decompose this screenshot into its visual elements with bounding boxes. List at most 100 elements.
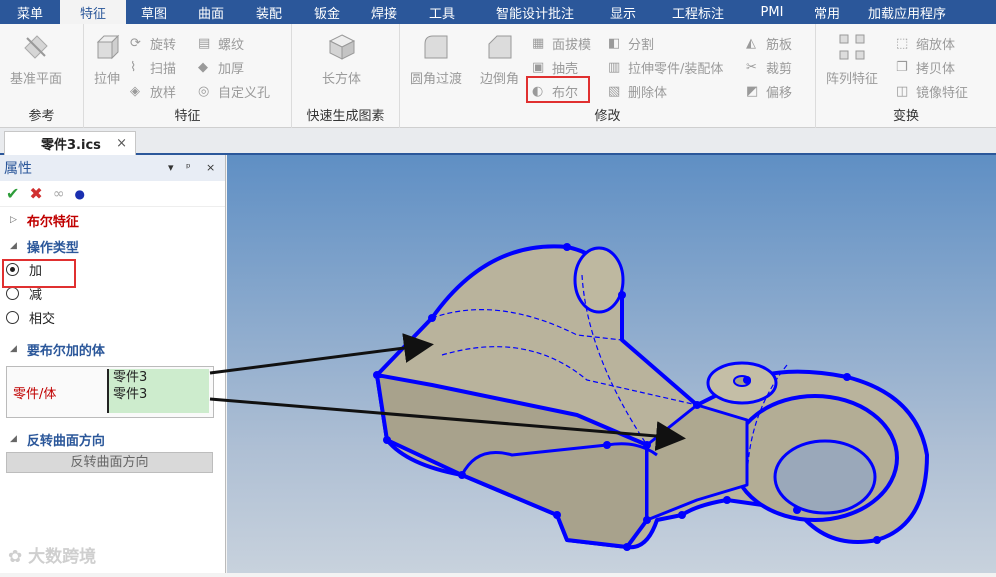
copy-icon: ❐ [896,59,908,75]
offset-button[interactable]: ◩ 偏移 [746,82,792,102]
menu-addons[interactable]: 加载应用程序 [858,0,956,24]
menu-pmi[interactable]: PMI [748,0,796,24]
extrude-icon [96,34,120,60]
preview-glasses-icon[interactable]: ∞ [53,186,65,202]
thicken-icon: ◆ [198,59,208,75]
split-icon: ◧ [608,35,621,51]
body-item[interactable]: 零件3 [113,369,209,386]
hole-icon: ◎ [198,83,210,99]
extrude-button[interactable]: 拉伸 [92,32,122,87]
delete-body-icon: ▧ [608,83,621,99]
cancel-icon[interactable]: ✖ [29,184,42,203]
radio-intersect[interactable]: 相交 [0,305,225,329]
section-boolean-feature[interactable]: ▷ 布尔特征 [0,209,225,231]
mirror-feature-button[interactable]: ◫ 镜像特征 [896,82,968,102]
collapse-icon: ◢ [10,434,17,444]
box-button[interactable]: 长方体 [322,32,361,87]
menu-menu[interactable]: 菜单 [0,0,60,24]
group-quick: 长方体 快速生成图素 [292,24,400,128]
group-feature: 拉伸 ⟳ 旋转 ⌇ 扫描 ◈ 放样 ▤ 螺纹 ◆ 加厚 ◎ 自定义孔 特征 [84,24,292,128]
pattern-icon [839,34,865,60]
group-transform: 阵列特征 ⬚ 缩放体 ❐ 拷贝体 ◫ 镜像特征 变换 [816,24,996,128]
bodies-selector: 零件/体 零件3 零件3 [6,366,214,418]
scale-body-button[interactable]: ⬚ 缩放体 [896,34,955,54]
pin-icon[interactable]: ᵖ [186,161,191,174]
scale-icon: ⬚ [896,35,909,51]
section-operation-type[interactable]: ◢ 操作类型 [0,235,225,257]
trim-button[interactable]: ✂ 裁剪 [746,58,792,78]
delete-body-button[interactable]: ▧ 删除体 [608,82,667,102]
copy-body-button[interactable]: ❐ 拷贝体 [896,58,955,78]
draft-icon: ▦ [532,35,545,51]
document-tab[interactable]: 零件3.ics × [4,131,136,155]
loft-icon: ◈ [130,83,140,99]
section-bodies[interactable]: ◢ 要布尔加的体 [0,338,105,360]
properties-panel: 属性 ▾ ᵖ × ✔ ✖ ∞ ● ▷ 布尔特征 ◢ 操作类型 加 减 相交 ◢ 要布尔… [0,155,226,573]
shell-button[interactable]: ▣ 抽壳 [532,58,578,78]
extrude-part-button[interactable]: ▥ 拉伸零件/装配体 [608,58,723,78]
menu-weld[interactable]: 焊接 [356,0,412,24]
document-tab-bar: 零件3.ics × [0,128,996,155]
group-label-transform: 变换 [892,109,919,124]
close-panel-icon[interactable]: × [206,161,215,174]
radio-subtract-indicator [6,286,19,300]
group-label-modify: 修改 [594,109,621,124]
3d-viewport[interactable] [227,155,996,573]
document-tab-title: 零件3.ics [41,138,101,153]
draft-button[interactable]: ▦ 面拔模 [532,34,591,54]
rib-icon: ◭ [746,35,756,51]
close-tab-icon[interactable]: × [116,136,127,151]
mirror-icon: ◫ [896,83,909,99]
panel-header: 属性 ▾ ᵖ × [0,155,225,181]
panel-dropdown-icon[interactable]: ▾ [168,161,174,174]
menu-sketch[interactable]: 草图 [126,0,182,24]
group-reference: 基准平面 参考 [0,24,84,128]
menu-display[interactable]: 显示 [598,0,648,24]
split-button[interactable]: ◧ 分割 [608,34,654,54]
datum-plane-button[interactable]: 基准平面 [10,32,62,87]
menu-assembly[interactable]: 装配 [240,0,298,24]
radio-intersect-indicator [6,310,19,324]
sweep-icon: ⌇ [130,59,137,75]
chamfer-button[interactable]: 边倒角 [480,32,519,87]
model-view[interactable] [227,155,996,573]
group-label-quick: 快速生成图素 [306,109,385,124]
ribbon: 基准平面 参考 拉伸 ⟳ 旋转 ⌇ 扫描 ◈ 放样 ▤ 螺纹 ◆ 加厚 ◎ 自定义孔 特征 … [0,24,996,128]
revolve-icon: ⟳ [130,35,141,51]
watermark-logo-icon: ✿ [8,547,29,567]
loft-button[interactable]: ◈ 放样 [130,82,176,102]
custom-hole-button[interactable]: ◎ 自定义孔 [198,82,270,102]
menu-sheetmetal[interactable]: 钣金 [298,0,356,24]
apply-dot-icon[interactable]: ● [74,187,84,201]
revolve-button[interactable]: ⟳ 旋转 [130,34,176,54]
menu-engineering[interactable]: 工程标注 [648,0,748,24]
expand-icon: ▷ [10,215,17,225]
sweep-button[interactable]: ⌇ 扫描 [130,58,176,78]
menu-surface[interactable]: 曲面 [182,0,240,24]
group-modify: 圆角过渡 边倒角 ▦ 面拔模 ▣ 抽壳 ◐ 布尔 ◧ 分割 ▥ 拉伸零件/装配体 ▧ 删除体… [400,24,816,128]
pattern-button[interactable]: 阵列特征 [826,32,878,87]
extrude-part-icon: ▥ [608,59,621,75]
group-label-reference: 参考 [28,109,55,124]
offset-icon: ◩ [746,83,759,99]
section-flip-surface[interactable]: ◢ 反转曲面方向 [0,428,105,450]
fillet-icon [424,35,448,59]
rib-button[interactable]: ◭ 筋板 [746,34,792,54]
flip-surface-button[interactable]: 反转曲面方向 [6,452,213,473]
collapse-icon: ◢ [10,344,17,354]
thicken-button[interactable]: ◆ 加厚 [198,58,244,78]
collapse-icon: ◢ [10,241,17,251]
bodies-list[interactable]: 零件3 零件3 [107,369,209,413]
menu-tools[interactable]: 工具 [412,0,472,24]
shell-icon: ▣ [532,59,545,75]
add-option-highlight-box [2,259,76,288]
cad-part-model[interactable] [373,243,929,551]
menu-smart-design[interactable]: 智能设计批注 [472,0,598,24]
menu-feature[interactable]: 特征 [60,0,126,24]
thread-button[interactable]: ▤ 螺纹 [198,34,244,54]
body-item[interactable]: 零件3 [113,386,209,403]
panel-toolbar: ✔ ✖ ∞ ● [0,181,225,207]
fillet-button[interactable]: 圆角过渡 [410,32,462,87]
confirm-icon[interactable]: ✔ [6,184,19,203]
menu-common[interactable]: 常用 [796,0,858,24]
